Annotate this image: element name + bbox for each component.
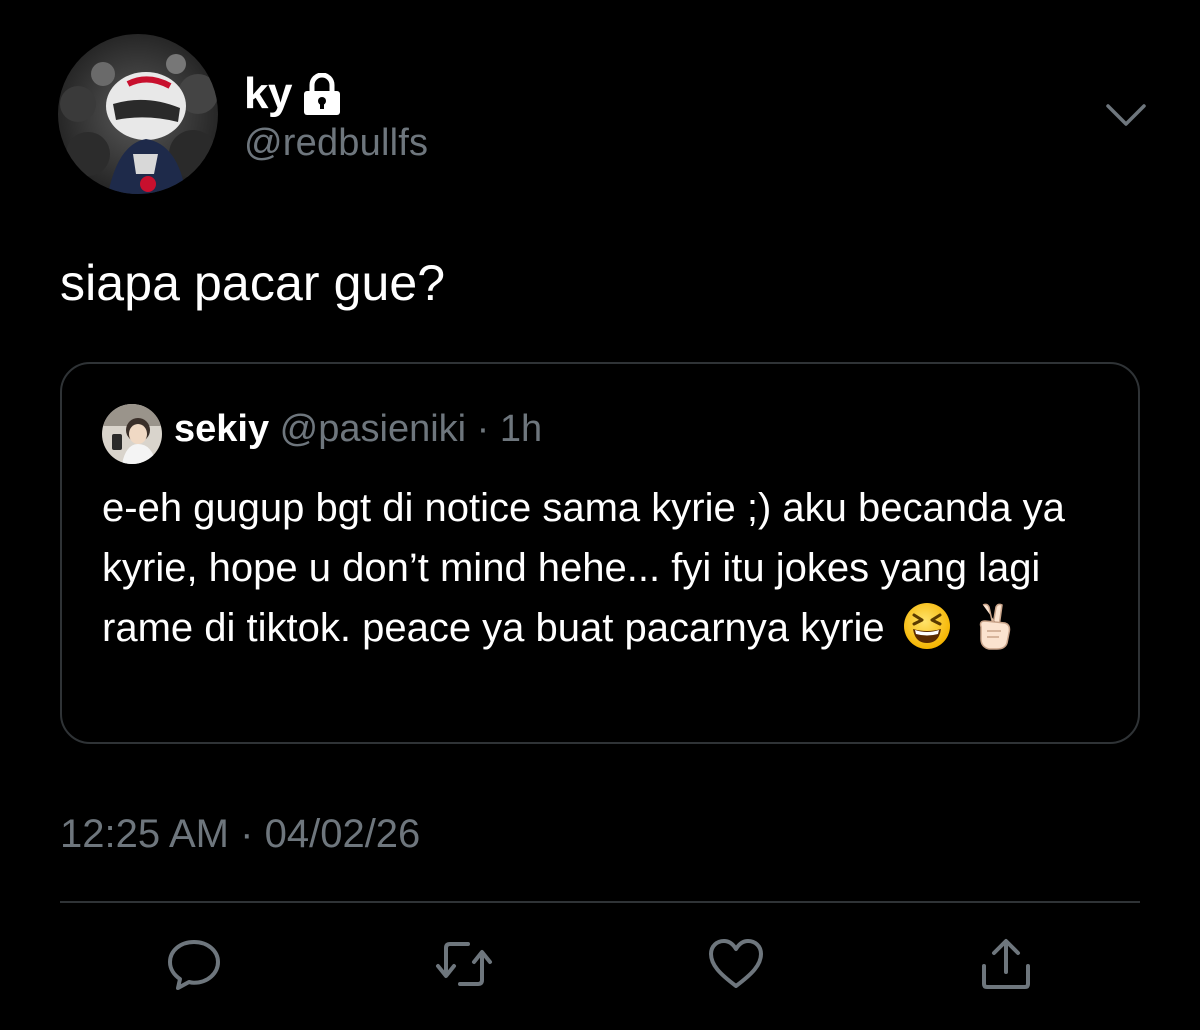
divider bbox=[60, 901, 1140, 903]
tweet-date: 04/02/26 bbox=[264, 812, 421, 856]
lock-icon bbox=[302, 72, 342, 117]
like-icon[interactable] bbox=[706, 936, 766, 992]
tweet-timestamp[interactable]: 12:25 AM · 04/02/26 bbox=[60, 812, 420, 857]
quoted-tweet-time[interactable]: 1h bbox=[500, 408, 542, 450]
quoted-tweet-body: e-eh gugup bgt di notice sama kyrie ;) a… bbox=[102, 478, 1112, 658]
tweet-time: 12:25 AM bbox=[60, 812, 230, 856]
quoted-author-avatar bbox=[102, 404, 162, 464]
share-icon[interactable] bbox=[976, 936, 1036, 992]
quoted-separator: · bbox=[476, 408, 490, 450]
author-username[interactable]: @redbullfs bbox=[244, 122, 428, 165]
retweet-icon[interactable] bbox=[434, 936, 494, 992]
victory-hand-icon bbox=[969, 601, 1019, 651]
quoted-tweet-header: sekiy @pasieniki · 1h bbox=[174, 408, 542, 451]
author-display-name[interactable]: ky bbox=[244, 69, 292, 119]
quoted-author-name[interactable]: sekiy bbox=[174, 408, 269, 450]
reply-icon[interactable] bbox=[164, 936, 224, 992]
tweet-text: siapa pacar gue? bbox=[60, 255, 446, 311]
quoted-tweet-card[interactable]: sekiy @pasieniki · 1h e-eh gugup bgt di … bbox=[60, 362, 1140, 744]
author-name-row: ky bbox=[244, 66, 342, 122]
author-avatar[interactable] bbox=[58, 34, 218, 194]
chevron-down-icon[interactable] bbox=[1104, 100, 1148, 130]
quoted-author-username[interactable]: @pasieniki bbox=[280, 408, 466, 450]
grinning-squinting-face-icon bbox=[902, 601, 952, 651]
timestamp-separator: · bbox=[240, 812, 254, 856]
